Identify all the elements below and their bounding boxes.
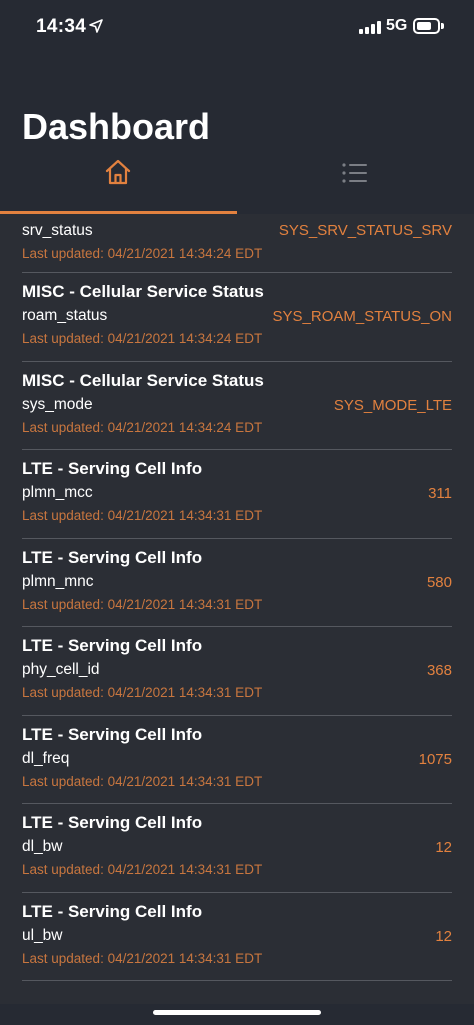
item-updated: Last updated: 04/21/2021 14:34:31 EDT bbox=[22, 596, 263, 612]
item-title: LTE - Serving Cell Info bbox=[22, 901, 203, 921]
item-key: srv_status bbox=[22, 222, 93, 239]
status-list[interactable]: srv_status SYS_SRV_STATUS_SRV Last updat… bbox=[0, 214, 474, 1004]
item-title: LTE - Serving Cell Info bbox=[22, 636, 203, 655]
tab-home[interactable] bbox=[0, 150, 237, 214]
list-item[interactable]: LTE - Serving Cell Info ul_bw 12 Last up… bbox=[22, 893, 452, 981]
item-updated: Last updated: 04/21/2021 14:34:24 EDT bbox=[22, 419, 263, 435]
item-key: plmn_mcc bbox=[22, 484, 93, 501]
cellular-signal-icon bbox=[359, 21, 381, 34]
item-updated: Last updated: 04/21/2021 14:34:31 EDT bbox=[22, 685, 263, 700]
tab-list[interactable] bbox=[237, 150, 474, 214]
item-key: roam_status bbox=[22, 307, 108, 324]
item-title: LTE - Serving Cell Info bbox=[22, 459, 203, 478]
item-updated: Last updated: 04/21/2021 14:34:31 EDT bbox=[22, 950, 263, 966]
item-value: 368 bbox=[426, 662, 452, 679]
item-value: SYS_ROAM_STATUS_ON bbox=[272, 308, 453, 325]
item-value: 12 bbox=[435, 927, 452, 945]
item-updated: Last updated: 04/21/2021 14:34:31 EDT bbox=[22, 508, 263, 523]
list-item[interactable]: LTE - Serving Cell Info dl_bw 12 Last up… bbox=[22, 804, 452, 893]
list-item[interactable]: MISC - Cellular Service Status sys_mode … bbox=[22, 362, 452, 450]
item-title: LTE - Serving Cell Info bbox=[22, 547, 203, 567]
list-item[interactable]: LTE - Serving Cell Info dl_freq 1075 Las… bbox=[22, 716, 452, 804]
item-updated: Last updated: 04/21/2021 14:34:24 EDT bbox=[22, 331, 263, 346]
list-item[interactable]: LTE - Serving Cell Info plmn_mcc 311 Las… bbox=[22, 450, 452, 539]
home-indicator[interactable] bbox=[153, 1010, 321, 1015]
list-item[interactable]: MISC - Cellular Service Status roam_stat… bbox=[22, 273, 452, 362]
item-key: dl_freq bbox=[22, 749, 70, 767]
location-arrow-icon bbox=[89, 19, 103, 33]
item-value: 1075 bbox=[418, 750, 452, 768]
item-value: 580 bbox=[426, 573, 452, 591]
item-value: 311 bbox=[428, 485, 452, 502]
list-icon bbox=[342, 163, 367, 183]
item-value: SYS_MODE_LTE bbox=[333, 396, 452, 414]
list-item[interactable]: LTE - Serving Cell Info plmn_mnc 580 Las… bbox=[22, 539, 452, 627]
item-key: sys_mode bbox=[22, 395, 93, 413]
item-title: LTE - Serving Cell Info bbox=[22, 724, 203, 744]
item-value: 12 bbox=[435, 839, 452, 856]
status-bar: 14:34 5G bbox=[0, 0, 474, 54]
item-key: plmn_mnc bbox=[22, 572, 94, 590]
battery-icon bbox=[413, 18, 440, 34]
item-title: MISC - Cellular Service Status bbox=[22, 282, 264, 301]
item-updated: Last updated: 04/21/2021 14:34:24 EDT bbox=[22, 246, 263, 261]
list-item[interactable]: LTE - Serving Cell Info phy_cell_id 368 … bbox=[22, 627, 452, 716]
page-title: Dashboard bbox=[22, 106, 211, 147]
battery-tip bbox=[441, 23, 444, 29]
item-title: MISC - Cellular Service Status bbox=[22, 370, 264, 390]
item-title: LTE - Serving Cell Info bbox=[22, 813, 203, 832]
app-header: Dashboard bbox=[0, 54, 474, 214]
item-key: phy_cell_id bbox=[22, 661, 100, 678]
item-key: dl_bw bbox=[22, 838, 63, 855]
home-icon bbox=[105, 159, 131, 185]
item-updated: Last updated: 04/21/2021 14:34:31 EDT bbox=[22, 862, 263, 877]
status-time: 14:34 bbox=[36, 16, 87, 37]
item-key: ul_bw bbox=[22, 926, 63, 944]
item-updated: Last updated: 04/21/2021 14:34:31 EDT bbox=[22, 773, 263, 789]
network-type: 5G bbox=[386, 17, 408, 34]
list-item[interactable]: srv_status SYS_SRV_STATUS_SRV Last updat… bbox=[22, 214, 452, 273]
item-value: SYS_SRV_STATUS_SRV bbox=[278, 222, 452, 239]
